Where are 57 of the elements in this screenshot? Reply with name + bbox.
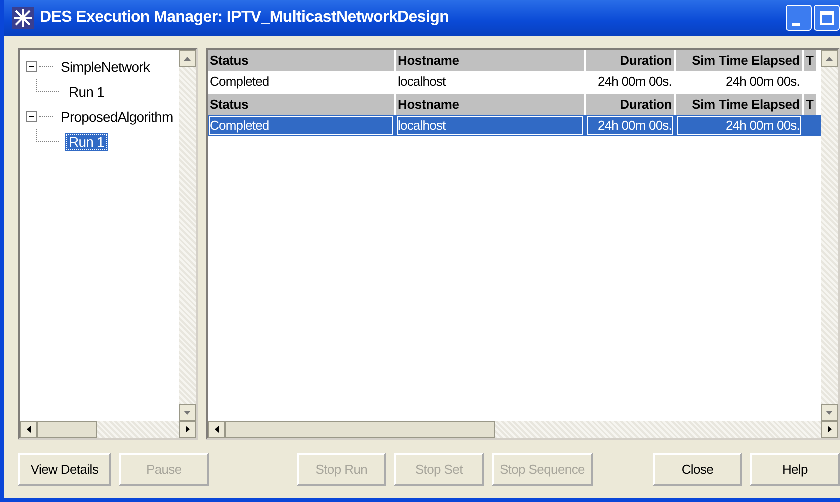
up-arrow-icon xyxy=(184,56,191,60)
minimize-button[interactable] xyxy=(786,5,812,31)
star-icon xyxy=(12,7,34,29)
table-row[interactable]: Completed localhost 24h 00m 00s. 24h 00m 00s. xyxy=(208,115,821,136)
window-title: DES Execution Manager: IPTV_MulticastNetworkDesign xyxy=(40,9,450,27)
horizontal-scrollbar[interactable] xyxy=(208,421,838,438)
column-header[interactable]: Status xyxy=(208,94,394,115)
down-arrow-icon xyxy=(826,410,833,414)
column-header[interactable]: Status xyxy=(208,50,394,71)
table-cell-text: 24h 00m 00s. xyxy=(597,73,673,91)
scroll-left-button[interactable] xyxy=(20,421,37,438)
left-arrow-icon xyxy=(26,426,30,433)
column-header[interactable]: Sim Time Elapsed xyxy=(676,50,802,71)
column-header[interactable]: Hostname xyxy=(396,50,584,71)
scroll-thumb[interactable] xyxy=(37,421,97,438)
table-cell: 24h 00m 00s. xyxy=(676,115,802,136)
table-cell-text: 24h 00m 00s. xyxy=(725,73,801,91)
tree-item[interactable]: ProposedAlgorithm xyxy=(57,108,178,126)
scroll-up-button[interactable] xyxy=(179,50,196,67)
minimize-icon xyxy=(792,22,800,26)
maximize-button[interactable] xyxy=(814,5,840,31)
scroll-thumb[interactable] xyxy=(225,421,495,438)
dialog-button[interactable]: Help xyxy=(750,452,840,486)
column-header[interactable]: T xyxy=(804,50,816,71)
column-header[interactable]: Sim Time Elapsed xyxy=(676,94,802,115)
dialog-button[interactable]: Close xyxy=(652,452,742,486)
table-row[interactable]: Completed localhost 24h 00m 00s. 24h 00m 00s. xyxy=(208,71,821,92)
collapse-icon[interactable] xyxy=(26,61,37,72)
scroll-right-button[interactable] xyxy=(821,421,838,438)
up-arrow-icon xyxy=(826,56,833,60)
tree-item[interactable]: SimpleNetwork xyxy=(57,58,154,76)
scroll-right-button[interactable] xyxy=(179,421,196,438)
right-arrow-icon xyxy=(186,426,190,433)
dialog-button[interactable]: View Details xyxy=(18,452,112,486)
column-header[interactable]: Duration xyxy=(586,50,674,71)
column-header[interactable]: Hostname xyxy=(396,94,584,115)
down-arrow-icon xyxy=(184,410,191,414)
table-cell-text: localhost xyxy=(397,73,447,91)
collapse-icon[interactable] xyxy=(26,111,37,122)
tree-item[interactable]: Run 1 xyxy=(65,82,108,100)
column-header[interactable]: T xyxy=(804,94,816,115)
scroll-down-button[interactable] xyxy=(179,404,196,421)
left-arrow-icon xyxy=(214,426,218,433)
horizontal-scrollbar[interactable] xyxy=(20,421,196,438)
tree-item[interactable]: Run 1 xyxy=(65,132,108,150)
scroll-down-button[interactable] xyxy=(821,404,838,421)
right-arrow-icon xyxy=(828,426,832,433)
vertical-scrollbar[interactable] xyxy=(821,50,838,421)
column-header[interactable]: Duration xyxy=(586,94,674,115)
table-cell: Completed xyxy=(208,115,394,136)
scroll-up-button[interactable] xyxy=(821,50,838,67)
scroll-left-button[interactable] xyxy=(208,421,225,438)
table-cell: localhost xyxy=(396,115,584,136)
table-cell-text: Completed xyxy=(209,73,270,91)
maximize-icon xyxy=(820,11,834,25)
vertical-scrollbar[interactable] xyxy=(179,50,196,421)
table-cell: 24h 00m 00s. xyxy=(586,115,674,136)
